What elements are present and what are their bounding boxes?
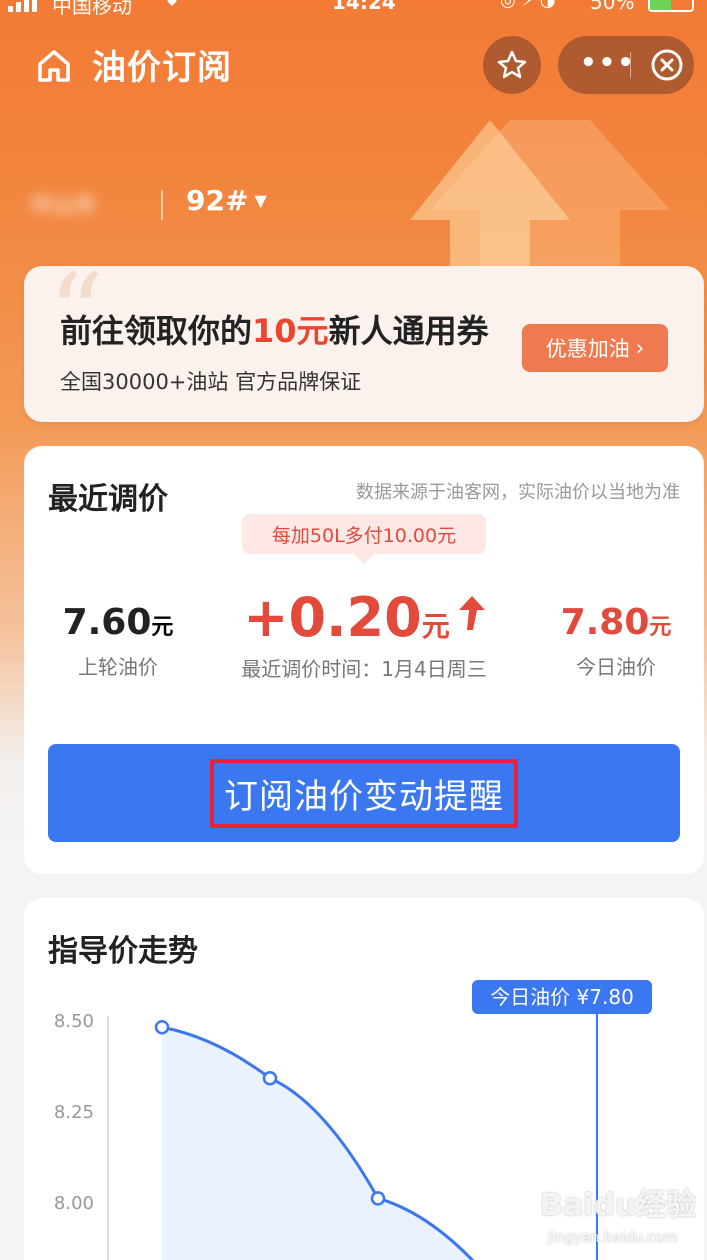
- banner-headline: 前往领取你的10元新人通用券: [60, 306, 489, 352]
- cta-label: 优惠加油: [545, 337, 630, 361]
- baidu-watermark-logo: Baidu经验: [540, 1188, 697, 1223]
- arrow-up-icon: [458, 596, 485, 630]
- data-source-note: 数据来源于油客网，实际油价以当地为准: [356, 482, 680, 503]
- signal-icon: [8, 0, 37, 12]
- data-point: [262, 1070, 278, 1086]
- clock: 14:24: [332, 0, 396, 14]
- banner-subtitle: 全国30000+油站 官方品牌保证: [60, 370, 362, 394]
- series-area: [162, 1027, 473, 1260]
- favorite-button[interactable]: [483, 36, 541, 94]
- wifi-icon: [160, 0, 184, 13]
- today-tag-label: 今日油价 ¥7.80: [490, 985, 634, 1009]
- previous-price-unit: 元: [151, 615, 174, 640]
- today-price: 7.80元 今日油价: [544, 602, 688, 680]
- mini-program-capsule: •••: [558, 36, 694, 94]
- page-title: 油价订阅: [92, 48, 232, 88]
- price-change-unit: 元: [421, 610, 450, 643]
- headline-highlight: 10元: [252, 312, 329, 350]
- price-change-date: 最近调价时间：1月4日周三: [241, 657, 487, 681]
- chevron-right-icon: ›: [635, 336, 645, 360]
- today-price-value: 7.80: [560, 602, 650, 643]
- subscribe-alert-button[interactable]: 订阅油价变动提醒: [48, 744, 680, 842]
- today-price-label: 今日油价: [576, 655, 656, 679]
- watermark-url: jingyan.baidu.com: [548, 1230, 678, 1246]
- data-point: [370, 1191, 386, 1206]
- recent-price-card: 最近调价 数据来源于油客网，实际油价以当地为准 每加50L多付10.00元 7.…: [24, 446, 704, 874]
- close-icon[interactable]: [650, 48, 684, 82]
- fuel-grade-label: 92#: [186, 184, 249, 217]
- battery-icon: [648, 0, 694, 12]
- selector-divider: [161, 190, 163, 220]
- subscribe-button-label: 订阅油价变动提醒: [210, 758, 518, 828]
- system-icons: ◎ ⚡ ◑: [500, 0, 556, 11]
- caret-down-icon: ▼: [254, 191, 267, 210]
- headline-prefix: 前往领取你的: [60, 312, 253, 350]
- previous-price-value: 7.60: [62, 602, 152, 643]
- today-price-unit: 元: [649, 615, 672, 640]
- y-tick-label: 8.50: [54, 1011, 94, 1032]
- previous-price: 7.60元 上轮油价: [44, 602, 192, 680]
- data-point: [154, 1020, 170, 1035]
- location-selector[interactable]: 中山市: [30, 188, 140, 220]
- y-tick-label: 8.00: [54, 1193, 94, 1214]
- star-icon: [497, 50, 527, 79]
- promo-banner[interactable]: “ 前往领取你的10元新人通用券 全国30000+油站 官方品牌保证 优惠加油 …: [24, 266, 704, 422]
- section-title: 最近调价: [48, 482, 168, 517]
- discount-refuel-button[interactable]: 优惠加油 ›: [522, 324, 668, 372]
- battery-percent: 50%: [590, 0, 635, 14]
- capsule-divider: [630, 52, 631, 78]
- headline-suffix: 新人通用券: [328, 312, 489, 350]
- price-change: +0.20元 最近调价时间：1月4日周三: [214, 586, 514, 682]
- carrier-label: 中国移动: [52, 0, 132, 18]
- status-bar: 中国移动 14:24 ◎ ⚡ ◑ 50%: [0, 0, 707, 20]
- fuel-grade-selector[interactable]: 92# ▼: [186, 184, 267, 217]
- more-button[interactable]: •••: [580, 48, 636, 78]
- y-tick-label: 8.25: [54, 1102, 94, 1123]
- previous-price-label: 上轮油价: [78, 655, 158, 679]
- extra-cost-tip: 每加50L多付10.00元: [242, 514, 486, 564]
- home-icon[interactable]: [34, 46, 74, 86]
- price-change-value: +0.20: [243, 586, 422, 649]
